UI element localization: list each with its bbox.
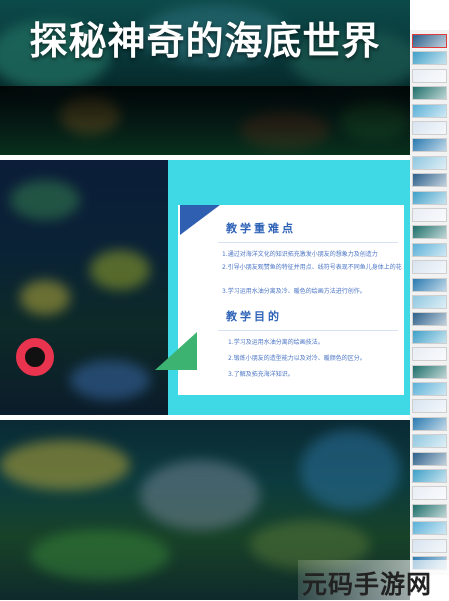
slide-thumbnail[interactable] [412,34,447,48]
slide-thumbnail[interactable] [412,86,447,101]
slide-thumbnail[interactable] [412,312,447,327]
slide-thumbnail[interactable] [412,521,447,536]
title-slide: 探秘神奇的海底世界 [0,0,410,155]
slide-thumbnail[interactable] [412,138,447,153]
text-line: 1.通过对海洋文化的知识拓充激发小朋友的想象力及创造力 [222,251,378,258]
slide-thumbnail[interactable] [412,329,447,344]
slide-thumbnail[interactable] [412,416,447,431]
slide-thumbnail[interactable] [412,103,447,118]
slide-thumbnail[interactable] [412,225,447,240]
divider [218,242,398,243]
green-triangle [155,332,197,370]
slide-thumbnail[interactable] [412,469,447,483]
slide-thumbnail[interactable] [412,538,447,553]
slide-thumbnail[interactable] [412,382,447,396]
slide-thumbnail[interactable] [412,347,447,362]
slide-thumbnail[interactable] [412,208,447,222]
section-heading-objectives: 教学目的 [226,310,282,323]
coral-reef-photo [0,160,168,415]
slide-thumbnail[interactable] [412,451,447,466]
slide-thumbnail[interactable] [412,190,447,205]
text-line: 3.了解及拓充海洋知识。 [228,371,294,378]
text-line: 3.学习运用水油分离及冷、暖色的绘画方法进行创作。 [222,288,366,295]
divider [218,330,398,331]
watermark-text: 元码手游网 [302,570,433,599]
slide-thumbnail[interactable] [412,155,447,170]
slide-thumbnail[interactable] [412,434,447,449]
text-line: 1.学习及运用水油分离的绘画技法。 [228,339,324,346]
slide-thumbnail[interactable] [412,295,447,309]
text-line: 2.锻炼小朋友的造型能力以及对冷、暖颜色的区分。 [228,355,366,362]
slide-thumbnail[interactable] [412,242,447,257]
blue-corner-triangle [180,205,220,235]
slide-thumbnail[interactable] [412,173,447,188]
objectives-slide: 教学重难点 1.通过对海洋文化的知识拓充激发小朋友的想象力及创造力 2.引导小朋… [0,160,410,415]
slide-thumbnail[interactable] [412,260,447,275]
banner-shadow [0,86,410,155]
slide-thumbnail-strip[interactable] [410,30,449,575]
slide-thumbnail[interactable] [412,486,447,501]
decorative-ring [16,338,54,376]
text-line: 2.引导小朋友观赞鱼的特征并用点、线符号表现不同鱼儿身体上的花纹肌理。 [222,264,402,271]
section-heading-key-points: 教学重难点 [226,222,296,235]
slide-thumbnail[interactable] [412,68,447,83]
slide-title: 探秘神奇的海底世界 [29,19,381,63]
slide-thumbnail[interactable] [412,399,447,414]
slide-thumbnail[interactable] [412,121,447,135]
slide-thumbnail[interactable] [412,277,447,292]
slide-thumbnail[interactable] [412,503,447,518]
slide-thumbnail[interactable] [412,364,447,379]
slide-thumbnail[interactable] [412,51,447,66]
